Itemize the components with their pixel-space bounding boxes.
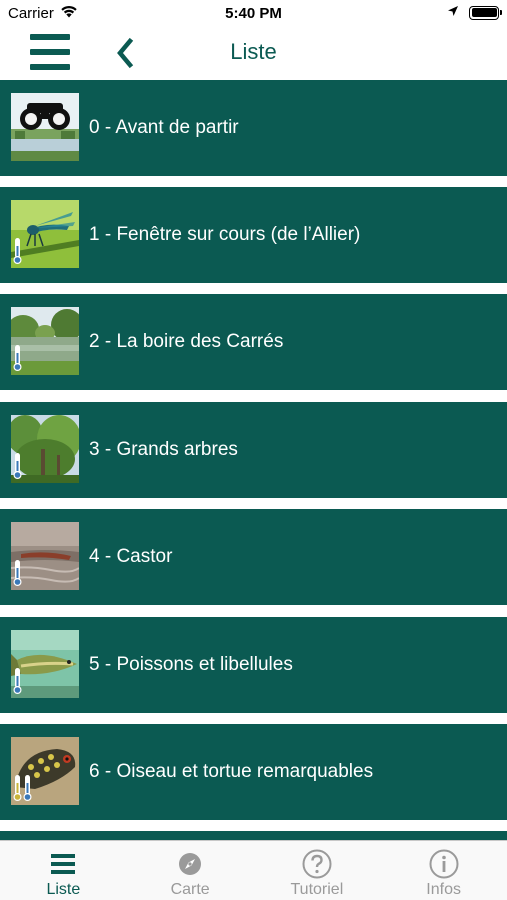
- list-item[interactable]: 2 - La boire des Carrés: [0, 294, 507, 390]
- list-item-label: 6 - Oiseau et tortue remarquables: [89, 761, 374, 782]
- compass-icon: [175, 849, 205, 879]
- list-item-label: 3 - Grands arbres: [89, 439, 238, 460]
- tab-liste[interactable]: Liste: [0, 841, 127, 900]
- tab-label: Carte: [170, 881, 210, 898]
- thumbnail-image: [11, 737, 79, 805]
- list-item-label: 2 - La boire des Carrés: [89, 331, 284, 352]
- info-circle-icon: [429, 849, 459, 879]
- list-item-label: 5 - Poissons et libellules: [89, 654, 293, 675]
- status-right: [447, 4, 502, 21]
- question-circle-icon: [302, 849, 332, 879]
- tab-label: Infos: [426, 881, 461, 898]
- status-time: 5:40 PM: [225, 5, 282, 22]
- list-item[interactable]: 0 - Avant de partir: [0, 80, 507, 176]
- status-bar: Carrier 5:40 PM: [0, 0, 507, 28]
- thumbnail-image: [11, 93, 79, 161]
- tab-carte[interactable]: Carte: [127, 841, 254, 900]
- list-item[interactable]: 1 - Fenêtre sur cours (de l’Allier): [0, 187, 507, 283]
- battery-level: [471, 8, 497, 17]
- list-item[interactable]: [0, 831, 507, 840]
- list-item-label: 0 - Avant de partir: [89, 117, 239, 138]
- list-item[interactable]: 5 - Poissons et libellules: [0, 617, 507, 713]
- list-item[interactable]: 3 - Grands arbres: [0, 402, 507, 498]
- thumbnail-image: [11, 522, 79, 590]
- page-title: Liste: [230, 39, 277, 64]
- navigation-bar: Liste: [0, 28, 507, 78]
- thumbnail-image: [11, 200, 79, 268]
- list-item-label: 1 - Fenêtre sur cours (de l’Allier): [89, 224, 361, 245]
- tab-bar: Liste Carte Tutoriel Infos: [0, 840, 507, 900]
- thumbnail-image: [11, 415, 79, 483]
- list-icon: [48, 849, 78, 879]
- thumbnail-image: [11, 307, 79, 375]
- list-item[interactable]: 6 - Oiseau et tortue remarquables: [0, 724, 507, 820]
- list-item[interactable]: 4 - Castor: [0, 509, 507, 605]
- point-list[interactable]: 0 - Avant de partir 1 - Fenêtre sur cour…: [0, 80, 507, 840]
- battery-icon: [469, 5, 502, 20]
- tab-label: Liste: [46, 881, 81, 898]
- location-arrow-icon: [447, 4, 459, 21]
- tab-tutoriel[interactable]: Tutoriel: [254, 841, 381, 900]
- tab-infos[interactable]: Infos: [380, 841, 507, 900]
- thumbnail-image: [11, 630, 79, 698]
- tab-label: Tutoriel: [290, 881, 344, 898]
- list-item-label: 4 - Castor: [89, 546, 173, 567]
